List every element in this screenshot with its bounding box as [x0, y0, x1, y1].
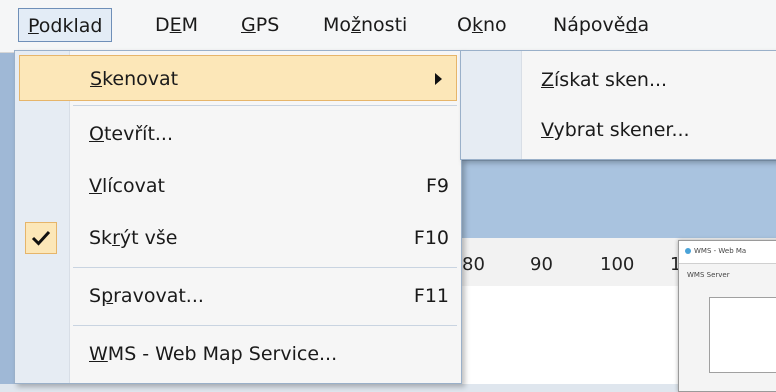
menu-label: Mo: [323, 14, 352, 36]
menu-label: no: [482, 14, 507, 36]
menu-mnemonic: P: [28, 15, 39, 37]
menu-item-skryt-vse[interactable]: Skrýt vše F10: [19, 215, 457, 261]
ruler-tick: 100: [600, 254, 635, 275]
menu-label: O: [457, 14, 472, 36]
podklad-dropdown-menu: Skenovat Otevřít... Vlícovat F9 Skrýt vš…: [14, 50, 462, 384]
menu-item-label: Skenovat: [90, 68, 179, 90]
wms-dialog-titlebar[interactable]: WMS - Web Ma: [679, 241, 776, 264]
wms-dialog-title: WMS - Web Ma: [694, 247, 747, 255]
menu-item-skenovat[interactable]: Skenovat: [19, 55, 457, 101]
menu-label: nosti: [361, 14, 408, 36]
menu-item-spravovat[interactable]: Spravovat... F11: [19, 273, 457, 319]
menu-mnemonic: d: [625, 14, 638, 36]
menu-label: M: [181, 14, 199, 36]
check-icon: [25, 222, 57, 254]
menu-mnemonic: E: [169, 14, 182, 36]
menu-item-label: WMS - Web Map Service...: [89, 343, 338, 365]
wms-dialog-window[interactable]: WMS - Web Ma WMS Server: [678, 240, 776, 392]
menu-dem[interactable]: DEM: [146, 10, 207, 40]
menu-item-wms[interactable]: WMS - Web Map Service...: [19, 331, 457, 377]
menu-item-ziskat-sken[interactable]: Získat sken...: [465, 57, 776, 103]
menu-item-licovat[interactable]: Vlícovat F9: [19, 163, 457, 209]
ruler-tick: 90: [530, 254, 553, 275]
menu-moznosti[interactable]: Možnosti: [314, 10, 416, 40]
app-icon: [685, 248, 691, 254]
shortcut-label: F11: [413, 285, 449, 307]
menu-label: a: [637, 14, 650, 36]
wms-server-list[interactable]: [709, 297, 776, 373]
menu-label: odklad: [38, 15, 103, 37]
menu-item-otevrit[interactable]: Otevřít...: [19, 111, 457, 157]
menu-item-label: Otevřít...: [89, 123, 174, 145]
skenovat-submenu: Získat sken... Vybrat skener...: [460, 50, 776, 160]
menu-podklad[interactable]: Podklad: [18, 8, 113, 42]
menu-gps[interactable]: GPS: [232, 10, 288, 40]
menu-separator: [73, 105, 457, 106]
menu-napoveda[interactable]: Nápověda: [544, 10, 658, 40]
wms-server-label: WMS Server: [687, 271, 730, 279]
menu-bar: Podklad DEM GPS Možnosti Okno Nápověda: [0, 0, 776, 53]
shortcut-label: F9: [425, 175, 449, 197]
menu-separator: [73, 325, 457, 326]
menu-item-label: Získat sken...: [541, 69, 668, 91]
menu-label: D: [155, 14, 170, 36]
menu-mnemonic: G: [241, 14, 256, 36]
menu-mnemonic: k: [471, 14, 483, 36]
menu-mnemonic: ž: [351, 14, 362, 36]
menu-label: PS: [255, 14, 280, 36]
menu-separator: [73, 267, 457, 268]
left-panel-edge: [0, 52, 14, 384]
menu-item-label: Skrýt vše: [89, 227, 178, 249]
menu-item-label: Spravovat...: [89, 285, 204, 307]
menu-okno[interactable]: Okno: [448, 10, 516, 40]
menu-label: Nápově: [553, 14, 626, 36]
chevron-right-icon: [435, 73, 442, 85]
menu-item-vybrat-skener[interactable]: Vybrat skener...: [465, 107, 776, 153]
shortcut-label: F10: [413, 227, 449, 249]
toolbar-area: [460, 160, 776, 239]
menu-item-label: Vybrat skener...: [541, 119, 690, 141]
ruler-tick: 80: [462, 254, 485, 275]
menu-item-label: Vlícovat: [89, 175, 165, 197]
